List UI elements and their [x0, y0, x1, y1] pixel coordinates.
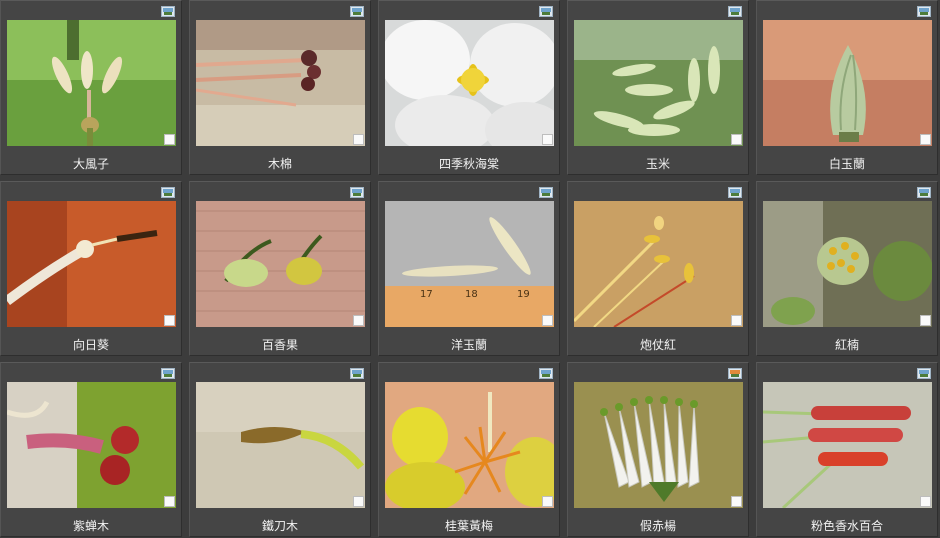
thumbnail-image[interactable]	[7, 382, 176, 508]
select-checkbox[interactable]	[920, 315, 931, 326]
select-checkbox[interactable]	[353, 496, 364, 507]
thumbnail-image[interactable]	[196, 382, 365, 508]
thumbnail-image[interactable]	[7, 20, 176, 146]
select-checkbox[interactable]	[731, 496, 742, 507]
image-type-icon	[539, 187, 553, 198]
thumbnail-image[interactable]	[196, 201, 365, 327]
select-checkbox[interactable]	[353, 134, 364, 145]
select-checkbox[interactable]	[731, 134, 742, 145]
image-type-icon	[350, 368, 364, 379]
thumbnail-card[interactable]: 洋玉蘭 17 18 19	[378, 181, 560, 356]
image-type-icon	[917, 187, 931, 198]
thumbnail-caption: 大風子	[72, 157, 109, 171]
thumbnail-grid: 大風子 木棉 四季秋海棠 玉米 白玉蘭 向日葵 百香果 洋玉蘭 17 18 19…	[0, 0, 940, 538]
thumbnail-card[interactable]: 四季秋海棠	[378, 0, 560, 175]
thumbnail-card[interactable]: 桂葉黃梅	[378, 362, 560, 537]
thumbnail-image[interactable]	[574, 382, 743, 508]
thumbnail-image[interactable]	[196, 20, 365, 146]
thumbnail-image[interactable]	[574, 201, 743, 327]
thumbnail-caption: 百香果	[261, 338, 298, 352]
thumbnail-caption: 桂葉黃梅	[444, 519, 493, 533]
image-type-icon	[539, 368, 553, 379]
thumbnail-caption: 洋玉蘭	[450, 338, 487, 352]
thumbnail-image[interactable]	[7, 201, 176, 327]
thumbnail-card[interactable]: 假赤楊	[567, 362, 749, 537]
thumbnail-caption: 紅楠	[834, 338, 859, 352]
thumbnail-caption: 粉色香水百合	[810, 519, 883, 533]
thumbnail-image[interactable]	[574, 20, 743, 146]
thumbnail-card[interactable]: 玉米	[567, 0, 749, 175]
thumbnail-card[interactable]: 紫蝉木	[0, 362, 182, 537]
thumbnail-caption: 紫蝉木	[72, 519, 109, 533]
thumbnail-caption: 鐵刀木	[261, 519, 298, 533]
image-type-icon	[161, 6, 175, 17]
image-type-icon	[917, 368, 931, 379]
ruler-mark: 17	[420, 289, 433, 300]
select-checkbox[interactable]	[542, 496, 553, 507]
thumbnail-card[interactable]: 紅楠	[756, 181, 938, 356]
image-type-icon	[161, 187, 175, 198]
thumbnail-caption: 白玉蘭	[828, 157, 865, 171]
select-checkbox[interactable]	[920, 496, 931, 507]
thumbnail-image[interactable]	[385, 201, 554, 327]
select-checkbox[interactable]	[920, 134, 931, 145]
select-checkbox[interactable]	[542, 315, 553, 326]
thumbnail-card[interactable]: 大風子	[0, 0, 182, 175]
thumbnail-card[interactable]: 白玉蘭	[756, 0, 938, 175]
select-checkbox[interactable]	[164, 496, 175, 507]
select-checkbox[interactable]	[164, 315, 175, 326]
ruler-mark: 18	[465, 289, 478, 300]
thumbnail-caption: 玉米	[645, 157, 670, 171]
thumbnail-caption: 向日葵	[72, 338, 109, 352]
thumbnail-image[interactable]	[385, 382, 554, 508]
thumbnail-caption: 假赤楊	[639, 519, 676, 533]
thumbnail-card[interactable]: 木棉	[189, 0, 371, 175]
select-checkbox[interactable]	[164, 134, 175, 145]
image-type-icon	[350, 6, 364, 17]
image-type-icon	[350, 187, 364, 198]
thumbnail-caption: 木棉	[267, 157, 292, 171]
thumbnail-card[interactable]: 鐵刀木	[189, 362, 371, 537]
image-type-icon	[917, 6, 931, 17]
thumbnail-card[interactable]: 百香果	[189, 181, 371, 356]
thumbnail-caption: 炮仗紅	[639, 338, 676, 352]
image-type-icon	[728, 187, 742, 198]
thumbnail-image[interactable]	[385, 20, 554, 146]
image-type-icon	[728, 368, 742, 379]
thumbnail-image[interactable]	[763, 382, 932, 508]
thumbnail-card[interactable]: 粉色香水百合	[756, 362, 938, 537]
thumbnail-caption: 四季秋海棠	[438, 157, 499, 171]
thumbnail-card[interactable]: 向日葵	[0, 181, 182, 356]
thumbnail-image[interactable]	[763, 201, 932, 327]
select-checkbox[interactable]	[353, 315, 364, 326]
select-checkbox[interactable]	[542, 134, 553, 145]
thumbnail-card[interactable]: 炮仗紅	[567, 181, 749, 356]
image-type-icon	[539, 6, 553, 17]
image-type-icon	[728, 6, 742, 17]
ruler-mark: 19	[517, 289, 530, 300]
select-checkbox[interactable]	[731, 315, 742, 326]
thumbnail-image[interactable]	[763, 20, 932, 146]
image-type-icon	[161, 368, 175, 379]
